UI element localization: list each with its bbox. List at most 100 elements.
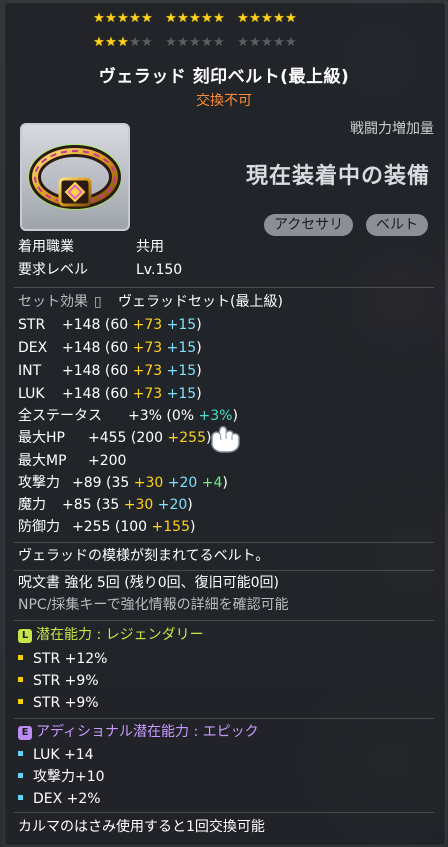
divider: [14, 812, 434, 813]
additional-potential-title: アディショナル潜在能力 : エピック: [36, 724, 259, 740]
stat-star-bonus: +73: [132, 317, 163, 333]
star-empty-icon: ★: [201, 35, 213, 50]
star-group: ★ ★ ★ ★ ★: [93, 11, 153, 29]
star-empty-icon: ★: [285, 35, 297, 50]
bullet-icon: [18, 655, 23, 660]
star-group: ★ ★ ★ ★ ★: [93, 35, 153, 53]
star-filled-icon: ★: [93, 35, 105, 50]
stat-label: 魔力: [18, 497, 46, 513]
stat-close: ): [196, 363, 202, 379]
star-empty-icon: ★: [261, 35, 273, 50]
star-filled-icon: ★: [261, 11, 273, 26]
divider: [14, 718, 434, 719]
star-group: ★ ★ ★ ★ ★: [165, 35, 225, 53]
star-empty-icon: ★: [189, 35, 201, 50]
req-job-value: 共用: [136, 239, 164, 255]
stat-hp-row: 最大HP +455 (200 +255): [18, 429, 211, 447]
stat-label: INT: [18, 363, 42, 379]
star-empty-icon: ★: [177, 35, 189, 50]
tag-type: ベルト: [366, 214, 428, 236]
stat-base: (35: [96, 497, 124, 513]
stat-star-bonus: +30: [123, 497, 154, 513]
star-empty-icon: ★: [165, 35, 177, 50]
stat-total: +255: [72, 519, 111, 535]
potential-header: L 潜在能力 : レジェンダリー: [18, 626, 204, 644]
stat-luk-row: LUK +148 (60 +73 +15): [18, 385, 202, 403]
star-empty-icon: ★: [141, 35, 153, 50]
stat-close: ): [187, 497, 193, 513]
star-group: ★ ★ ★ ★ ★: [237, 11, 297, 29]
bullet-icon: [18, 751, 23, 756]
stat-label: DEX: [18, 340, 48, 356]
item-icon-frame: [20, 123, 130, 231]
set-effect-value: ヴェラッドセット(最上級): [118, 294, 283, 310]
star-filled-icon: ★: [273, 11, 285, 26]
set-effect-row[interactable]: セット効果 ▯ ヴェラッドセット(最上級): [18, 293, 283, 311]
stat-total: +148: [62, 386, 101, 402]
divider: [14, 287, 434, 288]
potential-line-text: STR +9%: [33, 673, 99, 689]
star-filled-icon: ★: [93, 11, 105, 26]
trade-status: 交換不可: [196, 93, 252, 109]
stat-total: +148: [62, 363, 101, 379]
stat-base: (0%: [166, 408, 199, 424]
stat-base: (60: [104, 340, 133, 356]
stat-scroll-bonus: +15: [162, 340, 197, 356]
stat-label: 防御力: [18, 519, 60, 535]
currently-equipped-label: 現在装着中の装備: [245, 164, 430, 189]
stat-star-bonus: +73: [132, 386, 163, 402]
star-filled-icon: ★: [117, 35, 129, 50]
additional-line-text: LUK +14: [33, 747, 94, 763]
stat-def-row: 防御力 +255 (100 +155): [18, 518, 195, 536]
star-empty-icon: ★: [213, 35, 225, 50]
stat-star-bonus: +255: [167, 430, 206, 446]
req-level-value: Lv.150: [136, 262, 183, 278]
stat-total: +200: [88, 453, 127, 469]
potential-line: STR +9%: [18, 672, 99, 690]
stat-scroll-bonus: +15: [162, 386, 197, 402]
bullet-icon: [18, 795, 23, 800]
bullet-icon: [18, 699, 23, 704]
item-name: ヴェラッド 刻印ベルト(最上級): [98, 67, 350, 87]
stat-total: +148: [62, 340, 101, 356]
mouse-icon: ▯: [94, 294, 102, 310]
epic-badge-icon: E: [18, 726, 32, 740]
stat-label: 全ステータス: [18, 408, 102, 424]
stat-base: (35: [106, 475, 134, 491]
stat-star-bonus: +73: [132, 363, 163, 379]
star-filled-icon: ★: [177, 11, 189, 26]
stat-potential-bonus: +3%: [198, 408, 233, 424]
star-filled-icon: ★: [129, 11, 141, 26]
star-group: ★ ★ ★ ★ ★: [165, 11, 225, 29]
stat-mag-row: 魔力 +85 (35 +30 +20): [18, 496, 193, 514]
bullet-icon: [18, 773, 23, 778]
stat-label: 最大MP: [18, 453, 67, 469]
stat-close: ): [196, 317, 202, 333]
stat-scroll-bonus: +15: [162, 317, 197, 333]
req-job-label: 着用職業: [18, 239, 74, 255]
additional-line: DEX +2%: [18, 790, 101, 808]
req-level-row: 要求レベル Lv.150: [18, 261, 182, 279]
star-filled-icon: ★: [117, 11, 129, 26]
additional-potential-header: E アディショナル潜在能力 : エピック: [18, 723, 259, 741]
star-empty-icon: ★: [237, 35, 249, 50]
potential-title: 潜在能力 : レジェンダリー: [36, 627, 204, 643]
stat-int-row: INT +148 (60 +73 +15): [18, 362, 202, 380]
stat-mp-row: 最大MP +200: [18, 452, 126, 470]
stat-star-bonus: +155: [151, 519, 190, 535]
potential-line: STR +9%: [18, 694, 99, 712]
stat-star-bonus: +73: [132, 340, 163, 356]
star-row: ★ ★ ★ ★ ★ ★ ★ ★ ★ ★ ★ ★ ★ ★ ★: [93, 11, 358, 29]
stat-scroll-bonus: +20: [153, 497, 188, 513]
divider: [14, 542, 434, 543]
karma-scissors-note: カルマのはさみ使用すると1回交換可能: [18, 819, 265, 835]
potential-line-text: STR +9%: [33, 695, 99, 711]
stat-total: +85: [62, 497, 92, 513]
stat-base: (60: [104, 317, 133, 333]
stat-total: +3%: [128, 408, 162, 424]
combat-power-label: 戦闘力増加量: [350, 121, 434, 137]
tag-category: アクセサリ: [264, 214, 354, 236]
additional-line: LUK +14: [18, 746, 94, 764]
req-level-label: 要求レベル: [18, 262, 88, 278]
stat-potential-bonus: +4: [197, 475, 223, 491]
